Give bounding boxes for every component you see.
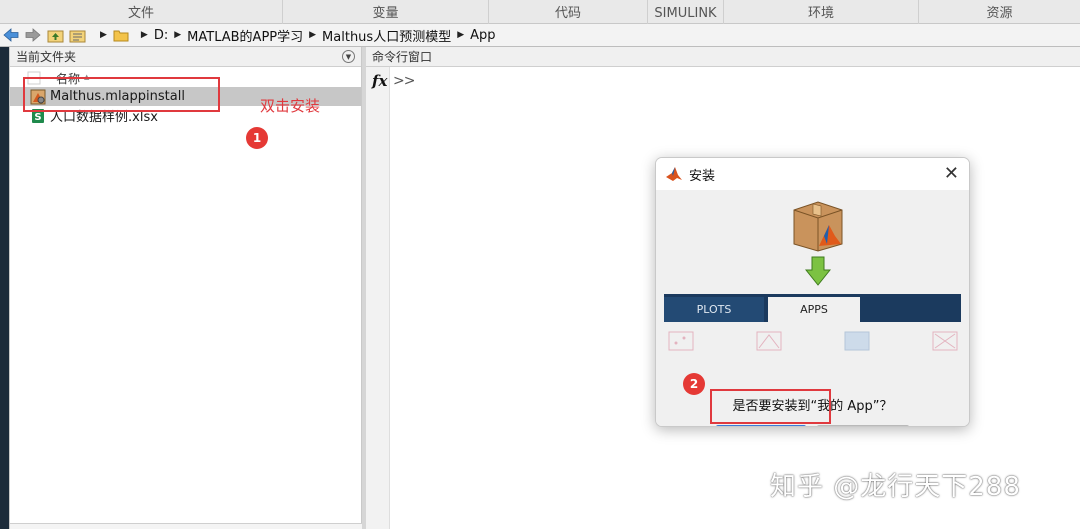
annotation-text-step1: 双击安装 xyxy=(260,97,321,115)
browse-folder-button[interactable] xyxy=(66,25,88,45)
preview-tab-apps: APPS xyxy=(768,297,860,322)
breadcrumb-malthus[interactable]: Malthus人口预测模型 xyxy=(322,26,451,45)
up-folder-icon xyxy=(47,30,63,42)
tab-variable[interactable]: 变量 xyxy=(283,0,489,24)
browse-folder-icon xyxy=(69,30,85,42)
annotation-box-step1 xyxy=(23,77,220,112)
close-icon[interactable]: ✕ xyxy=(944,163,959,184)
chevron-right-icon: ▶ xyxy=(174,30,182,40)
svg-text:S: S xyxy=(34,112,41,123)
chevron-right-icon: ▶ xyxy=(309,30,317,40)
up-folder-button[interactable] xyxy=(44,25,66,45)
watermark: 知乎 @龙行天下288 xyxy=(770,472,1021,502)
address-bar: ▶ ▶ D: ▶ MATLAB的APP学习 ▶ Malthus人口预测模型 ▶ … xyxy=(0,24,1080,47)
ribbon-preview: PLOTS APPS xyxy=(664,294,961,322)
command-prompt[interactable]: >> xyxy=(393,73,415,89)
step1-badge: 1 xyxy=(246,127,268,149)
chevron-right-icon: ▶ xyxy=(457,30,465,40)
matlab-logo-icon xyxy=(666,167,682,181)
down-arrow-icon xyxy=(805,256,831,286)
tab-simulink[interactable]: SIMULINK xyxy=(648,0,724,24)
annotation-box-step2 xyxy=(710,389,831,424)
dialog-title: 安装 xyxy=(689,168,716,184)
package-icon xyxy=(793,201,843,252)
forward-button[interactable] xyxy=(22,25,44,45)
tab-file[interactable]: 文件 xyxy=(0,0,283,24)
chevron-right-icon: ▶ xyxy=(100,30,107,40)
breadcrumb-drive[interactable]: D: xyxy=(154,28,168,43)
command-window-header: 命令行窗口 xyxy=(366,47,1080,67)
window-edge xyxy=(0,47,9,529)
dialog-titlebar: 安装 xyxy=(656,158,969,190)
cancel-button[interactable]: 取消 xyxy=(817,425,909,426)
pane-menu-icon[interactable]: ▼ xyxy=(342,50,355,63)
plot-thumbnail-icon xyxy=(844,331,870,351)
step2-badge: 2 xyxy=(683,373,705,395)
plot-thumbnail-icon xyxy=(756,331,782,351)
tab-environment[interactable]: 环境 xyxy=(724,0,919,24)
command-gutter xyxy=(366,67,390,529)
preview-tab-plots: PLOTS xyxy=(664,297,764,322)
plot-thumbnail-icon xyxy=(668,331,694,351)
ribbon-tab-strip: 文件 变量 代码 SIMULINK 环境 资源 xyxy=(0,0,1080,24)
breadcrumb-app[interactable]: App xyxy=(470,28,495,43)
forward-arrow-icon xyxy=(25,28,41,42)
chevron-right-icon: ▶ xyxy=(140,30,148,40)
folder-icon xyxy=(113,30,129,42)
breadcrumb: ▶ ▶ D: ▶ MATLAB的APP学习 ▶ Malthus人口预测模型 ▶ … xyxy=(94,26,496,45)
plot-thumbnail-icon xyxy=(932,331,958,351)
tab-resources[interactable]: 资源 xyxy=(919,0,1080,24)
current-folder-header: 当前文件夹 ▼ xyxy=(10,47,361,67)
back-button[interactable] xyxy=(0,25,22,45)
fx-icon[interactable]: fx xyxy=(372,72,387,90)
breadcrumb-matlab-app[interactable]: MATLAB的APP学习 xyxy=(187,26,303,45)
command-window-title: 命令行窗口 xyxy=(372,50,433,64)
install-button[interactable]: 安装 xyxy=(716,425,806,426)
pane-bottom-bar xyxy=(10,523,363,529)
back-arrow-icon xyxy=(3,28,19,42)
tab-code[interactable]: 代码 xyxy=(489,0,648,24)
current-folder-pane: 当前文件夹 ▼ 名称 ▲ Malthus.mlappinstall S 人口数据… xyxy=(9,47,363,529)
current-folder-title: 当前文件夹 xyxy=(16,50,77,64)
